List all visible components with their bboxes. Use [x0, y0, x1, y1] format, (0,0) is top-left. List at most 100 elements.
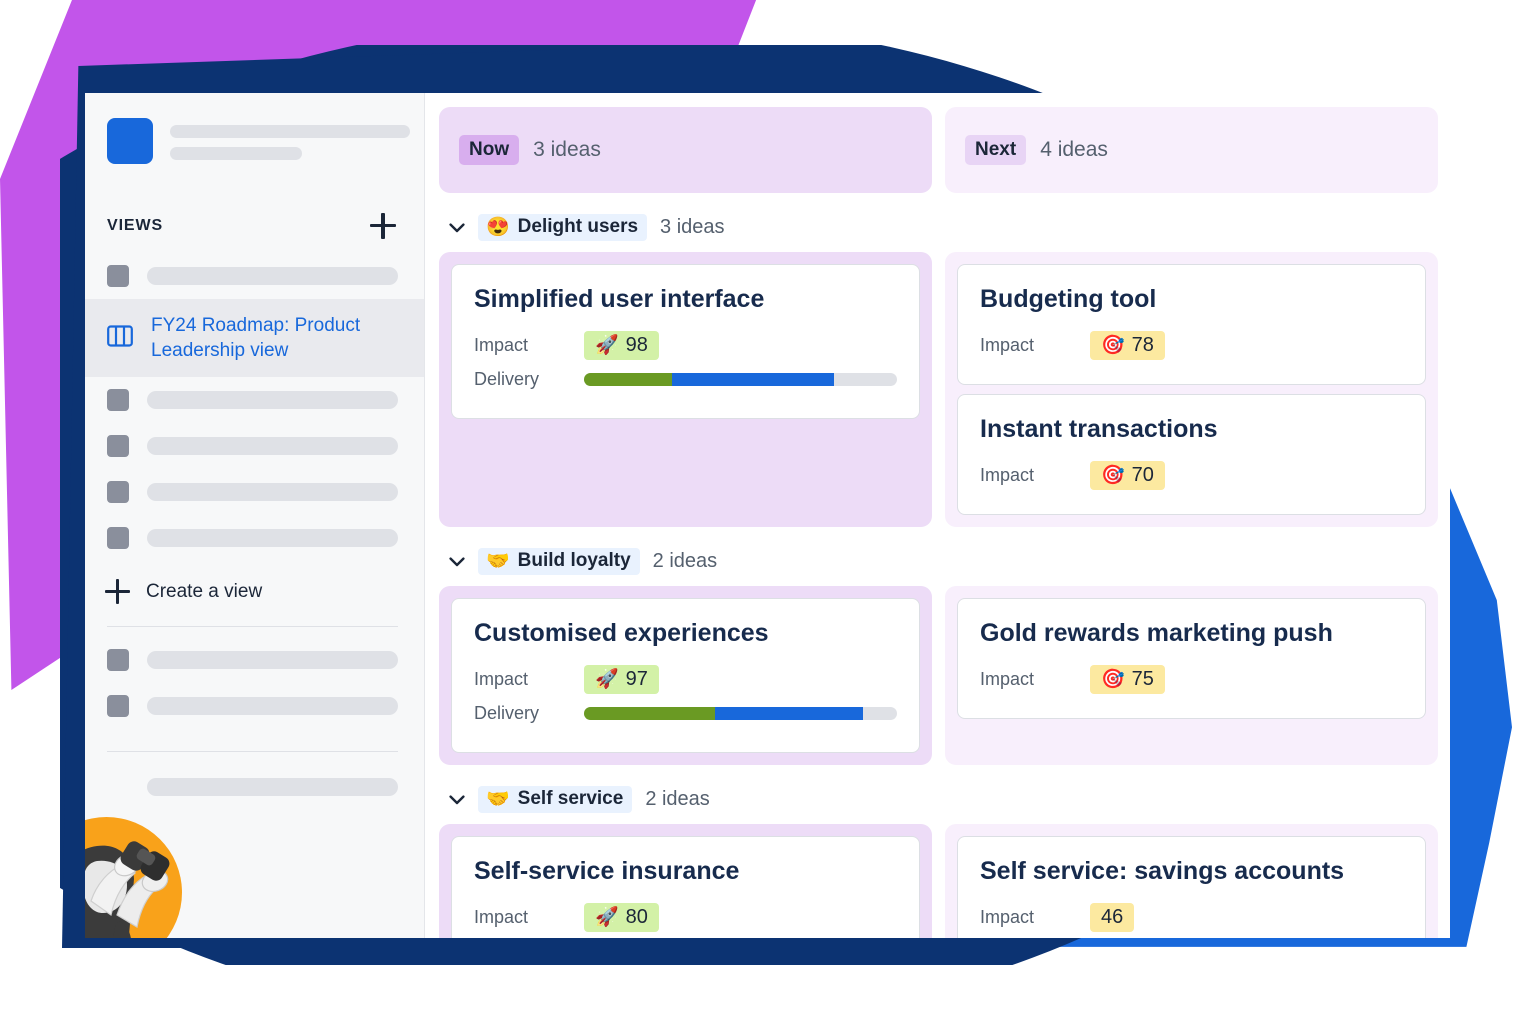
- impact-field: Impact 🎯 78: [980, 328, 1403, 362]
- lane-next[interactable]: Self service: savings accounts Impact 46: [945, 824, 1438, 938]
- impact-badge[interactable]: 🎯 75: [1090, 664, 1165, 694]
- idea-card[interactable]: Simplified user interface Impact 🚀 98 Delive…: [451, 264, 920, 419]
- column-chip-next: Next: [965, 135, 1027, 165]
- create-a-view-label: Create a view: [146, 580, 263, 602]
- board-group-header: 🤝 Self service 2 ideas: [439, 786, 1438, 813]
- column-header-next[interactable]: Next 4 ideas: [945, 107, 1438, 193]
- sidebar-item-placeholder[interactable]: [85, 423, 424, 469]
- chevron-down-icon[interactable]: [449, 554, 465, 570]
- lane-now[interactable]: Customised experiences Impact 🚀 97 Delivery: [439, 586, 932, 765]
- impact-badge[interactable]: 🎯 70: [1090, 460, 1165, 490]
- lane-now[interactable]: Simplified user interface Impact 🚀 98 Delive…: [439, 252, 932, 527]
- board-group-name: Delight users: [517, 216, 639, 237]
- column-chip-now: Now: [459, 135, 520, 165]
- chevron-down-icon[interactable]: [449, 792, 465, 808]
- handshake-icon: 🤝: [486, 550, 510, 572]
- impact-field: Impact 46: [980, 900, 1403, 934]
- idea-card-title: Self service: savings accounts: [980, 857, 1345, 885]
- delivery-label: Delivery: [474, 702, 540, 723]
- bullseye-icon: 🎯: [1101, 668, 1125, 690]
- placeholder-bar: [147, 437, 398, 455]
- views-label: VIEWS: [107, 217, 164, 234]
- rocket-icon: 🚀: [595, 906, 619, 928]
- board-group-chip[interactable]: 🤝 Build loyalty: [478, 548, 640, 575]
- placeholder-bar: [147, 391, 398, 409]
- impact-field: Impact 🚀 80: [474, 900, 897, 934]
- impact-value: 80: [625, 905, 648, 928]
- delivery-progress-bar: [584, 372, 897, 386]
- view-type-icon: [107, 649, 129, 671]
- lane-next[interactable]: Budgeting tool Impact 🎯 78 Instant transacti…: [945, 252, 1438, 527]
- board-group-chip[interactable]: 😍 Delight users: [478, 214, 648, 241]
- idea-card[interactable]: Self service: savings accounts Impact 46: [957, 836, 1426, 938]
- idea-card-title: Instant transactions: [980, 415, 1218, 443]
- view-type-icon: [107, 265, 129, 287]
- impact-badge[interactable]: 🚀 97: [584, 664, 659, 694]
- board-columns-icon: [107, 324, 133, 353]
- sidebar-item-label: FY24 Roadmap: Product Leadership view: [151, 315, 361, 361]
- impact-badge[interactable]: 🚀 80: [584, 902, 659, 932]
- column-header-now[interactable]: Now 3 ideas: [439, 107, 932, 193]
- board-group-header: 🤝 Build loyalty 2 ideas: [439, 548, 1438, 575]
- create-a-view-button[interactable]: Create a view: [85, 561, 424, 604]
- sidebar-item-placeholder[interactable]: [85, 515, 424, 561]
- board-group-lanes: Customised experiences Impact 🚀 97 Delivery G…: [439, 586, 1438, 765]
- idea-card[interactable]: Instant transactions Impact 🎯 70: [957, 394, 1426, 515]
- workspace-header[interactable]: [85, 93, 424, 164]
- sidebar-item-placeholder[interactable]: [85, 764, 424, 810]
- handshake-icon: 🤝: [486, 788, 510, 810]
- impact-field: Impact 🚀 97: [474, 662, 897, 696]
- board-groups: 😍 Delight users 3 ideas Simplified user int…: [439, 214, 1438, 938]
- impact-label: Impact: [474, 668, 529, 689]
- board-group-header: 😍 Delight users 3 ideas: [439, 214, 1438, 241]
- board-group-count: 2 ideas: [652, 550, 718, 572]
- column-count-next: 4 ideas: [1040, 138, 1108, 161]
- idea-card-title: Customised experiences: [474, 619, 769, 647]
- idea-card[interactable]: Gold rewards marketing push Impact 🎯 75: [957, 598, 1426, 719]
- sidebar-item-placeholder[interactable]: [85, 253, 424, 299]
- sidebar-item-fy24-roadmap[interactable]: FY24 Roadmap: Product Leadership view: [85, 299, 424, 377]
- workspace-title-placeholder: [170, 123, 410, 160]
- idea-card[interactable]: Customised experiences Impact 🚀 97 Delivery: [451, 598, 920, 753]
- lane-now[interactable]: Self-service insurance Impact 🚀 80: [439, 824, 932, 938]
- chevron-down-icon[interactable]: [449, 220, 465, 236]
- board-group-lanes: Simplified user interface Impact 🚀 98 Delive…: [439, 252, 1438, 527]
- rocket-icon: 🚀: [595, 668, 619, 690]
- views-section-header: VIEWS: [85, 164, 424, 239]
- board-group: 😍 Delight users 3 ideas Simplified user int…: [439, 214, 1438, 527]
- board-group: 🤝 Self service 2 ideas Self-service insuran…: [439, 786, 1438, 938]
- delivery-label: Delivery: [474, 368, 540, 389]
- board-group-name: Build loyalty: [517, 550, 631, 571]
- placeholder-bar: [147, 483, 398, 501]
- delivery-field: Delivery: [474, 362, 897, 396]
- placeholder-bar: [147, 267, 398, 285]
- delivery-segment-done: [584, 706, 716, 720]
- sidebar-item-placeholder[interactable]: [85, 683, 424, 729]
- impact-label: Impact: [474, 906, 529, 927]
- column-count-now: 3 ideas: [533, 138, 601, 161]
- idea-card[interactable]: Budgeting tool Impact 🎯 78: [957, 264, 1426, 385]
- sidebar-item-placeholder[interactable]: [85, 377, 424, 423]
- sidebar-item-placeholder[interactable]: [85, 469, 424, 515]
- board-area: Now 3 ideas Next 4 ideas 😍 Delight users 3…: [425, 93, 1450, 938]
- view-type-icon: [107, 389, 129, 411]
- board-column-headers: Now 3 ideas Next 4 ideas: [439, 107, 1438, 193]
- sidebar-item-placeholder[interactable]: [85, 637, 424, 683]
- impact-value: 46: [1101, 905, 1124, 928]
- impact-value: 70: [1131, 463, 1154, 486]
- board-group-count: 3 ideas: [660, 216, 725, 238]
- idea-card[interactable]: Self-service insurance Impact 🚀 80: [451, 836, 920, 938]
- impact-value: 75: [1131, 667, 1154, 690]
- impact-badge[interactable]: 46: [1090, 902, 1135, 932]
- lane-next[interactable]: Gold rewards marketing push Impact 🎯 75: [945, 586, 1438, 765]
- placeholder-bar: [147, 778, 398, 796]
- impact-badge[interactable]: 🚀 98: [584, 330, 659, 360]
- bullseye-icon: 🎯: [1101, 334, 1125, 356]
- board-group-chip[interactable]: 🤝 Self service: [478, 786, 633, 813]
- idea-card-title: Self-service insurance: [474, 857, 740, 885]
- impact-badge[interactable]: 🎯 78: [1090, 330, 1165, 360]
- view-type-icon: [107, 527, 129, 549]
- board-group-name: Self service: [517, 788, 624, 809]
- add-view-icon[interactable]: [370, 213, 396, 239]
- impact-label: Impact: [474, 334, 529, 355]
